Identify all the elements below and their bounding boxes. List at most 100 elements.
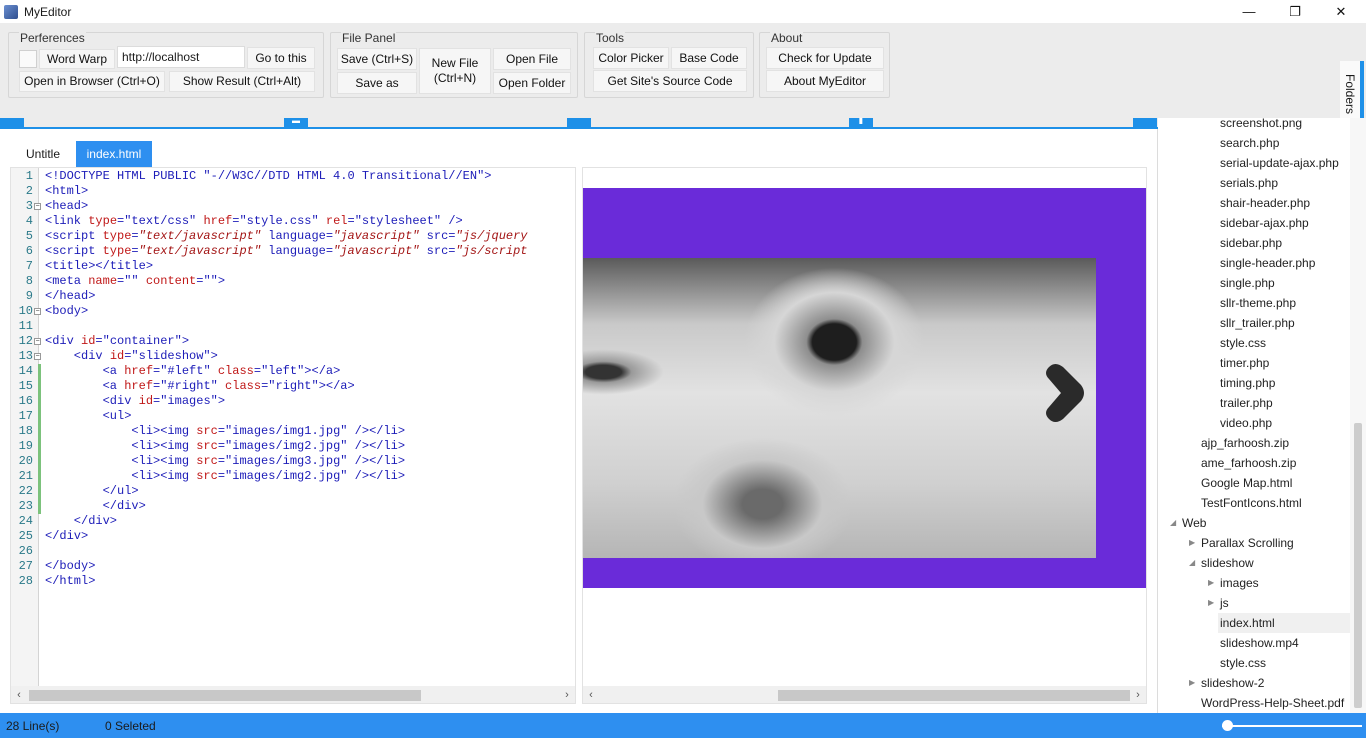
tree-item[interactable]: sidebar.php — [1218, 233, 1282, 253]
word-wrap-checkbox[interactable] — [19, 50, 37, 68]
open-file-button[interactable]: Open File — [493, 48, 571, 70]
code-line: <!DOCTYPE HTML PUBLIC "-//W3C//DTD HTML … — [45, 169, 528, 184]
word-wrap-label[interactable]: Word Warp — [39, 49, 115, 69]
about-app-button[interactable]: About MyEditor — [766, 70, 884, 92]
tree-item[interactable]: sidebar-ajax.php — [1218, 213, 1309, 233]
check-update-button[interactable]: Check for Update — [766, 47, 884, 69]
base-code-button[interactable]: Base Code — [671, 47, 747, 69]
close-button[interactable]: ✕ — [1318, 0, 1364, 23]
tree-item[interactable]: single.php — [1218, 273, 1275, 293]
splitter-handle[interactable] — [567, 118, 591, 127]
splitter-handle[interactable]: ▬ — [284, 117, 308, 127]
tree-item[interactable]: slideshow — [1199, 553, 1254, 573]
tree-item[interactable]: js — [1218, 593, 1229, 613]
tree-item[interactable]: sllr_trailer.php — [1218, 313, 1295, 333]
tree-item[interactable]: serial-update-ajax.php — [1218, 153, 1339, 173]
scroll-right-icon[interactable]: › — [559, 686, 575, 703]
tree-item[interactable]: shair-header.php — [1218, 193, 1310, 213]
code-token: id — [109, 349, 125, 363]
tree-item[interactable]: search.php — [1218, 133, 1279, 153]
collapsed-arrow-icon[interactable]: ▶ — [1189, 533, 1195, 553]
tree-item[interactable]: style.css — [1218, 653, 1266, 673]
scroll-right-icon[interactable]: › — [1130, 686, 1146, 703]
tree-item[interactable]: trailer.php — [1218, 393, 1273, 413]
go-to-button[interactable]: Go to this — [247, 47, 315, 69]
tree-item[interactable]: WordPress-Help-Sheet.pdf — [1199, 693, 1344, 713]
slideshow-right-arrow-icon[interactable] — [1043, 363, 1087, 423]
fold-toggle-icon[interactable]: − — [34, 203, 41, 210]
tree-item[interactable]: timer.php — [1218, 353, 1269, 373]
tree-item[interactable]: slideshow.mp4 — [1218, 633, 1299, 653]
save-button[interactable]: Save (Ctrl+S) — [337, 48, 417, 70]
sidebar-vertical-scrollbar[interactable] — [1350, 118, 1366, 713]
sidebar-scroll-thumb[interactable] — [1354, 423, 1362, 708]
collapsed-arrow-icon[interactable]: ▶ — [1189, 673, 1195, 693]
scroll-left-icon[interactable]: ‹ — [11, 686, 27, 703]
fold-toggle-icon[interactable]: − — [34, 338, 41, 345]
tree-item[interactable]: TestFontIcons.html — [1199, 493, 1302, 513]
color-picker-button[interactable]: Color Picker — [593, 47, 669, 69]
scroll-left-icon[interactable]: ‹ — [583, 686, 599, 703]
fold-toggle-icon[interactable]: − — [34, 353, 41, 360]
code-text[interactable]: <!DOCTYPE HTML PUBLIC "-//W3C//DTD HTML … — [45, 169, 528, 589]
line-number: 14 — [18, 364, 33, 378]
tree-item[interactable]: serials.php — [1218, 173, 1278, 193]
tree-item[interactable]: sllr-theme.php — [1218, 293, 1296, 313]
open-folder-button[interactable]: Open Folder — [493, 72, 571, 94]
tree-item-label: slideshow.mp4 — [1220, 636, 1299, 650]
tree-item[interactable]: timing.php — [1218, 373, 1275, 393]
maximize-button[interactable]: ❐ — [1272, 0, 1318, 23]
zoom-slider-knob[interactable] — [1221, 720, 1233, 731]
open-in-browser-button[interactable]: Open in Browser (Ctrl+O) — [19, 71, 165, 92]
get-source-code-button[interactable]: Get Site's Source Code — [593, 70, 747, 92]
tree-item[interactable]: ajp_farhoosh.zip — [1199, 433, 1289, 453]
tab-index-html[interactable]: index.html — [76, 141, 152, 167]
line-number: 5 — [25, 229, 33, 243]
tree-item[interactable]: Google Map.html — [1199, 473, 1292, 493]
collapsed-arrow-icon[interactable]: ▶ — [1208, 593, 1214, 613]
tree-item[interactable]: images — [1218, 573, 1259, 593]
code-line: <div id="images"> — [45, 394, 528, 409]
save-as-button[interactable]: Save as — [337, 72, 417, 94]
line-number: 6 — [25, 244, 33, 258]
tree-item[interactable]: index.html — [1218, 613, 1364, 633]
line-number: 26 — [18, 544, 33, 558]
show-result-button[interactable]: Show Result (Ctrl+Alt) — [169, 71, 315, 92]
tree-item-label: style.css — [1220, 336, 1267, 350]
code-token: <a — [45, 379, 125, 393]
tree-item[interactable]: ame_farhoosh.zip — [1199, 453, 1296, 473]
line-number: 17 — [18, 409, 33, 423]
tree-item[interactable]: video.php — [1218, 413, 1272, 433]
fold-toggle-icon[interactable]: − — [34, 308, 41, 315]
editor-horizontal-scrollbar[interactable]: ‹ › — [11, 686, 575, 703]
preview-scroll-thumb[interactable] — [778, 690, 1130, 701]
tree-item[interactable]: style.css — [1218, 333, 1266, 353]
tab-untitle[interactable]: Untitle — [18, 141, 68, 167]
editor-scroll-thumb[interactable] — [29, 690, 421, 701]
new-file-button[interactable]: New File (Ctrl+N) — [419, 48, 491, 94]
code-token: name — [88, 274, 118, 288]
tree-item[interactable]: Web — [1180, 513, 1206, 533]
collapsed-arrow-icon[interactable]: ▶ — [1208, 573, 1214, 593]
expanded-arrow-icon[interactable]: ◢ — [1189, 553, 1195, 573]
minimize-button[interactable]: — — [1226, 0, 1272, 23]
code-token: content — [145, 274, 197, 288]
tree-item[interactable]: Parallax Scrolling — [1199, 533, 1294, 553]
zoom-slider-track[interactable] — [1222, 725, 1362, 727]
splitter-handle[interactable]: ▮ — [849, 117, 873, 127]
preview-pane[interactable]: ‹ › — [582, 167, 1147, 704]
splitter-handle[interactable] — [0, 118, 24, 127]
preview-horizontal-scrollbar[interactable]: ‹ › — [583, 686, 1146, 703]
tree-item[interactable]: slideshow-2 — [1199, 673, 1264, 693]
tree-item[interactable]: screenshot.png — [1218, 118, 1302, 133]
code-line: <script type="text/javascript" language=… — [45, 244, 528, 259]
code-editor[interactable]: 1 2 3−4 5 6 7 8 9 10−11 12−13−14 15 16 17 18 19 20 21 22 2… — [10, 167, 576, 704]
tree-item-label: sllr-theme.php — [1220, 296, 1297, 310]
splitter-handle[interactable] — [1133, 118, 1157, 127]
url-input[interactable]: http://localhost — [117, 46, 245, 68]
expanded-arrow-icon[interactable]: ◢ — [1170, 513, 1176, 533]
tree-item[interactable]: single-header.php — [1218, 253, 1315, 273]
folders-tree[interactable]: screenshot.png search.php serial-update-aj… — [1158, 118, 1366, 713]
about-title: About — [770, 31, 804, 45]
